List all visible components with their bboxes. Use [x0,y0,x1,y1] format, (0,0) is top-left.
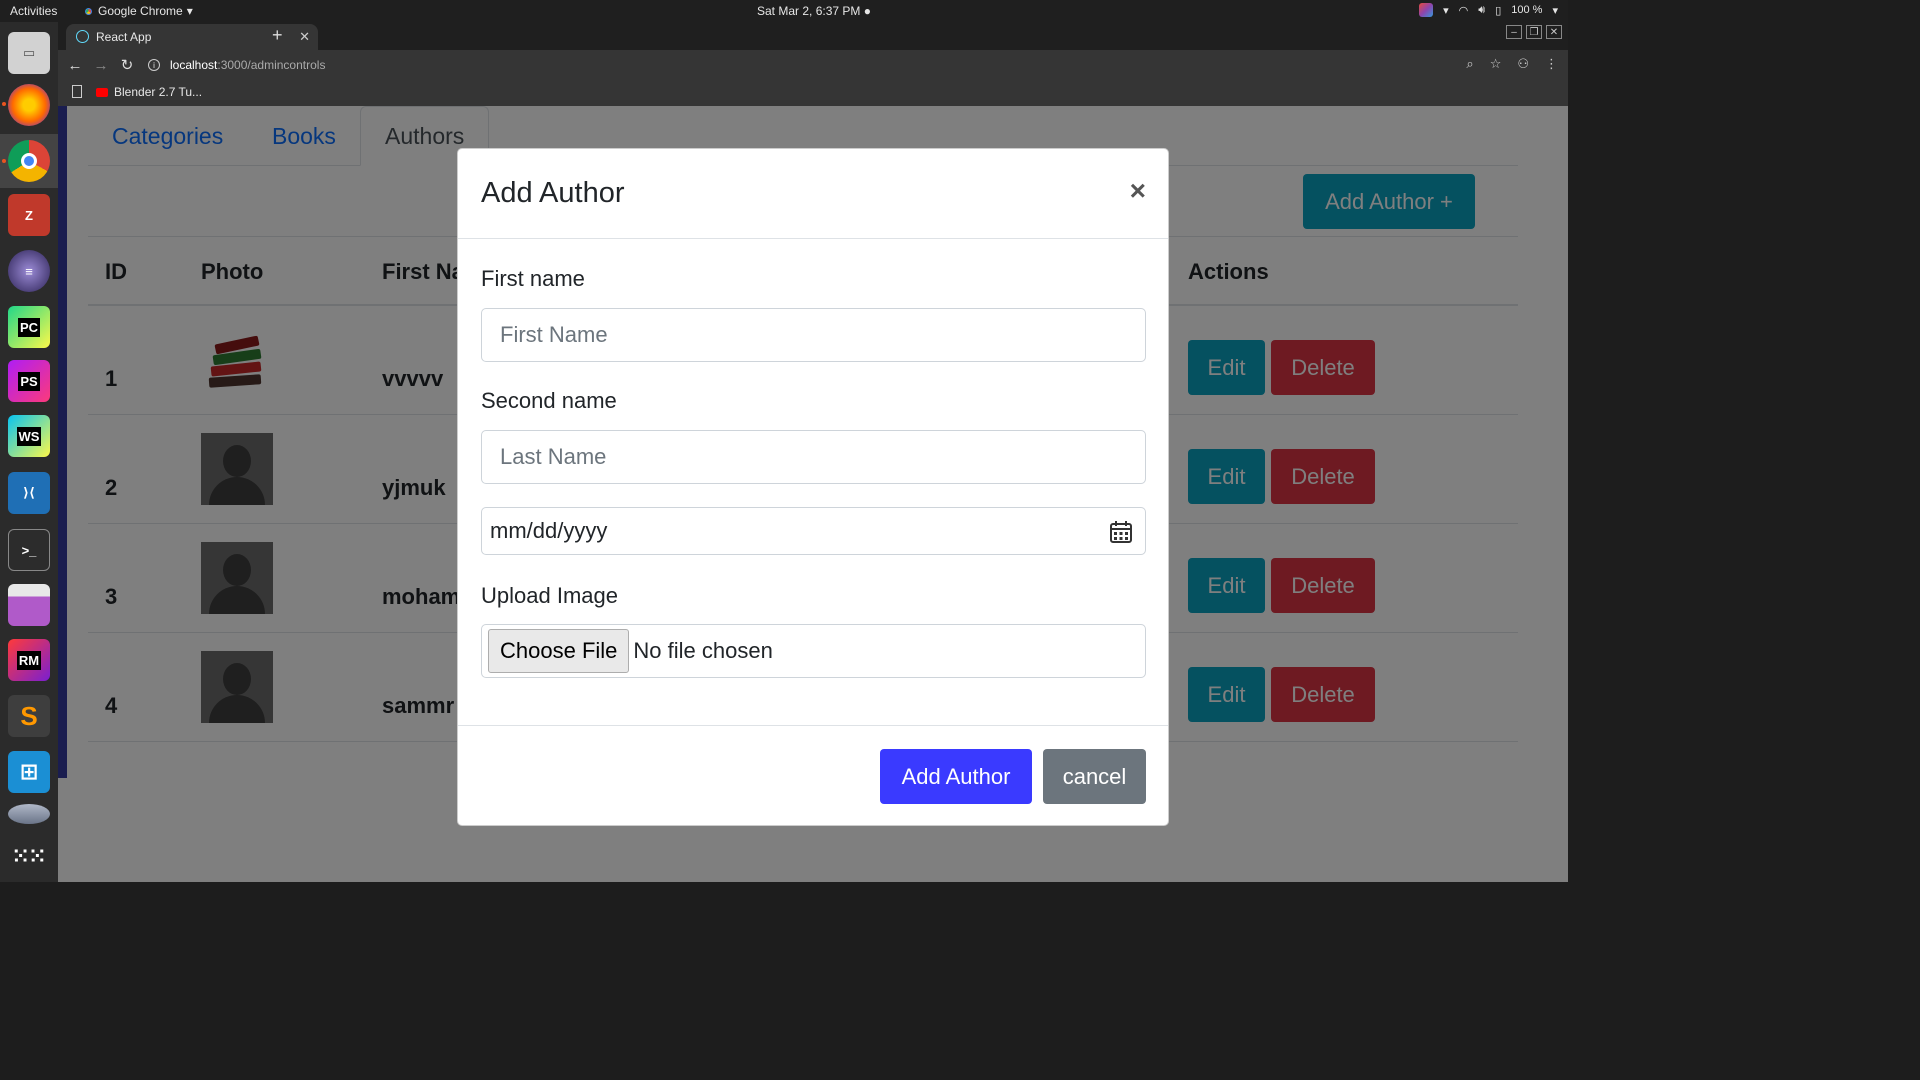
close-window-icon[interactable]: ✕ [1546,25,1562,39]
bookmark-star-icon[interactable]: ☆ [1490,56,1502,72]
webstorm-icon[interactable]: WS [8,415,50,457]
menu-kebab-icon[interactable]: ⋮ [1545,56,1558,72]
chrome-icon [83,5,94,17]
app-window-icon[interactable] [8,584,50,626]
system-top-bar: Activities Google Chrome ▾ Sat Mar 2, 6:… [0,0,1568,22]
app-menu-label: Google Chrome [98,4,183,18]
minimize-icon[interactable]: – [1506,25,1522,39]
terminal-icon[interactable]: >_ [8,529,50,571]
phpstorm-icon[interactable]: PS [8,360,50,402]
eclipse-icon[interactable]: ≡ [8,250,50,292]
url-host: localhost [170,58,218,72]
power-menu-icon[interactable]: ▾ [1552,4,1558,17]
file-input: Choose File No file chosen [481,624,1146,678]
zoom-icon[interactable]: ⌕ [1466,56,1473,72]
last-name-input[interactable]: Last Name [481,430,1146,484]
back-icon[interactable]: ← [62,57,88,74]
page-icon[interactable] [72,85,82,98]
running-indicator [2,102,6,106]
first-name-input[interactable]: First Name [481,308,1146,362]
modal-footer: Add Author cancel [458,725,1168,825]
youtube-icon [96,87,108,97]
tab-strip: React App ✕ + – ❐ ✕ [58,22,1568,50]
close-tab-icon[interactable]: ✕ [299,29,310,45]
toolbar: ← → ↻ i localhost:3000/admincontrols ⌕ ☆… [58,50,1568,80]
app-store-icon[interactable]: ⊞ [8,751,50,793]
forward-icon[interactable]: → [88,57,114,74]
show-apps-icon[interactable]: ⁙⁙ [8,835,50,877]
restore-icon[interactable]: ❐ [1526,25,1542,39]
close-icon[interactable]: × [1130,175,1146,207]
modal-title: Add Author [481,177,625,209]
filezilla-icon[interactable]: Z [8,194,50,236]
vscode-icon[interactable]: ⟩⟨ [8,472,50,514]
add-author-modal: Add Author × First name First Name Secon… [457,148,1169,826]
window-controls: – ❐ ✕ [1506,25,1562,39]
app-menu[interactable]: Google Chrome ▾ [83,4,193,18]
bookmark-item[interactable]: Blender 2.7 Tu... [96,85,202,99]
birth-date-input[interactable]: mm/dd/yyyy [481,507,1146,555]
reload-icon[interactable]: ↻ [114,56,140,74]
sublime-icon[interactable]: S [8,695,50,737]
caret-down-icon: ▾ [186,4,193,18]
system-tray[interactable]: ▾ ◠ 🔊︎ ▯ 100 % ▾ [1419,3,1558,17]
dropdown-icon[interactable]: ▾ [1443,4,1449,17]
first-name-label: First name [481,266,585,291]
url-path: :3000/admincontrols [217,58,326,72]
upload-image-label: Upload Image [481,583,618,608]
new-tab-button[interactable]: + [272,25,283,46]
submit-add-author-button[interactable]: Add Author [880,749,1032,804]
choose-file-button[interactable]: Choose File [488,629,630,673]
wifi-icon: ◠ [1458,4,1469,17]
drive-icon[interactable] [8,804,50,824]
bookmarks-bar: Blender 2.7 Tu... [58,80,1568,106]
page-viewport: Categories Books Authors Add Author + ID… [58,106,1568,882]
modal-header: Add Author × [458,149,1168,239]
activities-button[interactable]: Activities [10,4,57,18]
cancel-button[interactable]: cancel [1043,749,1146,804]
chrome-icon[interactable] [8,140,50,182]
battery-level: 100 % [1511,4,1543,16]
second-name-label: Second name [481,388,617,413]
extension-puzzle-icon[interactable]: ⚇ [1517,56,1529,72]
info-icon[interactable]: i [148,59,160,71]
bookmark-label: Blender 2.7 Tu... [114,85,203,99]
battery-icon: ▯ [1495,4,1502,17]
running-indicator [2,159,6,163]
address-bar[interactable]: i localhost:3000/admincontrols [148,54,1488,76]
extension-icon[interactable] [1419,3,1434,17]
clock-text: Sat Mar 2, 6:37 PM [757,4,861,18]
pycharm-icon[interactable]: PC [8,306,50,348]
tab-title: React App [96,30,152,44]
file-status: No file chosen [633,638,773,663]
dock: ▭ Z ≡ PC PS WS ⟩⟨ >_ RM S ⊞ ⁙⁙ [0,22,58,882]
rubymine-icon[interactable]: RM [8,639,50,681]
volume-icon: 🔊︎ [1478,3,1486,16]
firefox-icon[interactable] [8,84,50,126]
react-icon [76,30,89,43]
date-placeholder: mm/dd/yyyy [490,518,608,543]
files-icon[interactable]: ▭ [8,32,50,74]
calendar-icon[interactable] [1109,520,1133,544]
clock[interactable]: Sat Mar 2, 6:37 PM ● [757,4,871,18]
